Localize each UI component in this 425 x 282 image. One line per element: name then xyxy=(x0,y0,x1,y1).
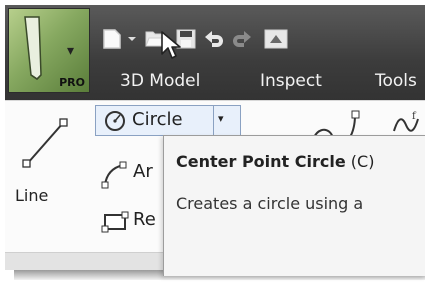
arc-icon xyxy=(101,161,127,189)
tooltip-title-text: Center Point Circle xyxy=(176,152,346,171)
new-dropdown-icon[interactable] xyxy=(125,27,139,51)
split-divider xyxy=(213,106,214,135)
tooltip-shortcut: (C) xyxy=(350,152,375,171)
svg-text:f: f xyxy=(412,111,417,122)
inventor-logo-icon xyxy=(24,16,42,80)
update-icon[interactable] xyxy=(262,27,292,51)
tooltip-description: Creates a circle using a xyxy=(176,194,364,213)
app-menu-dropdown-icon: ▾ xyxy=(67,43,75,59)
edition-badge: PRO xyxy=(59,76,85,89)
rectangle-icon xyxy=(101,211,129,233)
new-icon[interactable] xyxy=(100,27,124,51)
title-bar: ▾ PRO 3D Model Inspect Tools xyxy=(5,5,425,100)
mouse-pointer-icon xyxy=(161,31,181,59)
application-menu-button[interactable]: ▾ PRO xyxy=(8,8,90,93)
circle-tool-label: Circle xyxy=(132,109,183,130)
tooltip-title: Center Point Circle (C) xyxy=(176,152,374,171)
tab-tools[interactable]: Tools xyxy=(375,71,417,91)
tab-3d-model[interactable]: 3D Model xyxy=(120,71,200,91)
redo-icon[interactable] xyxy=(230,27,254,51)
undo-icon[interactable] xyxy=(202,27,226,51)
line-tool-label: Line xyxy=(15,186,49,205)
arc-tool-label: Ar xyxy=(133,161,153,182)
circle-dropdown-icon[interactable]: ▾ xyxy=(218,112,224,125)
circle-tool-button[interactable]: Circle ▾ xyxy=(95,105,241,136)
tab-inspect[interactable]: Inspect xyxy=(260,71,322,91)
tooltip: Center Point Circle (C) Creates a circle… xyxy=(163,135,425,276)
line-tool-button[interactable]: Line xyxy=(15,109,73,209)
circle-center-point-icon xyxy=(105,111,125,131)
line-icon xyxy=(22,118,68,168)
rectangle-tool-label: Re xyxy=(133,209,156,230)
